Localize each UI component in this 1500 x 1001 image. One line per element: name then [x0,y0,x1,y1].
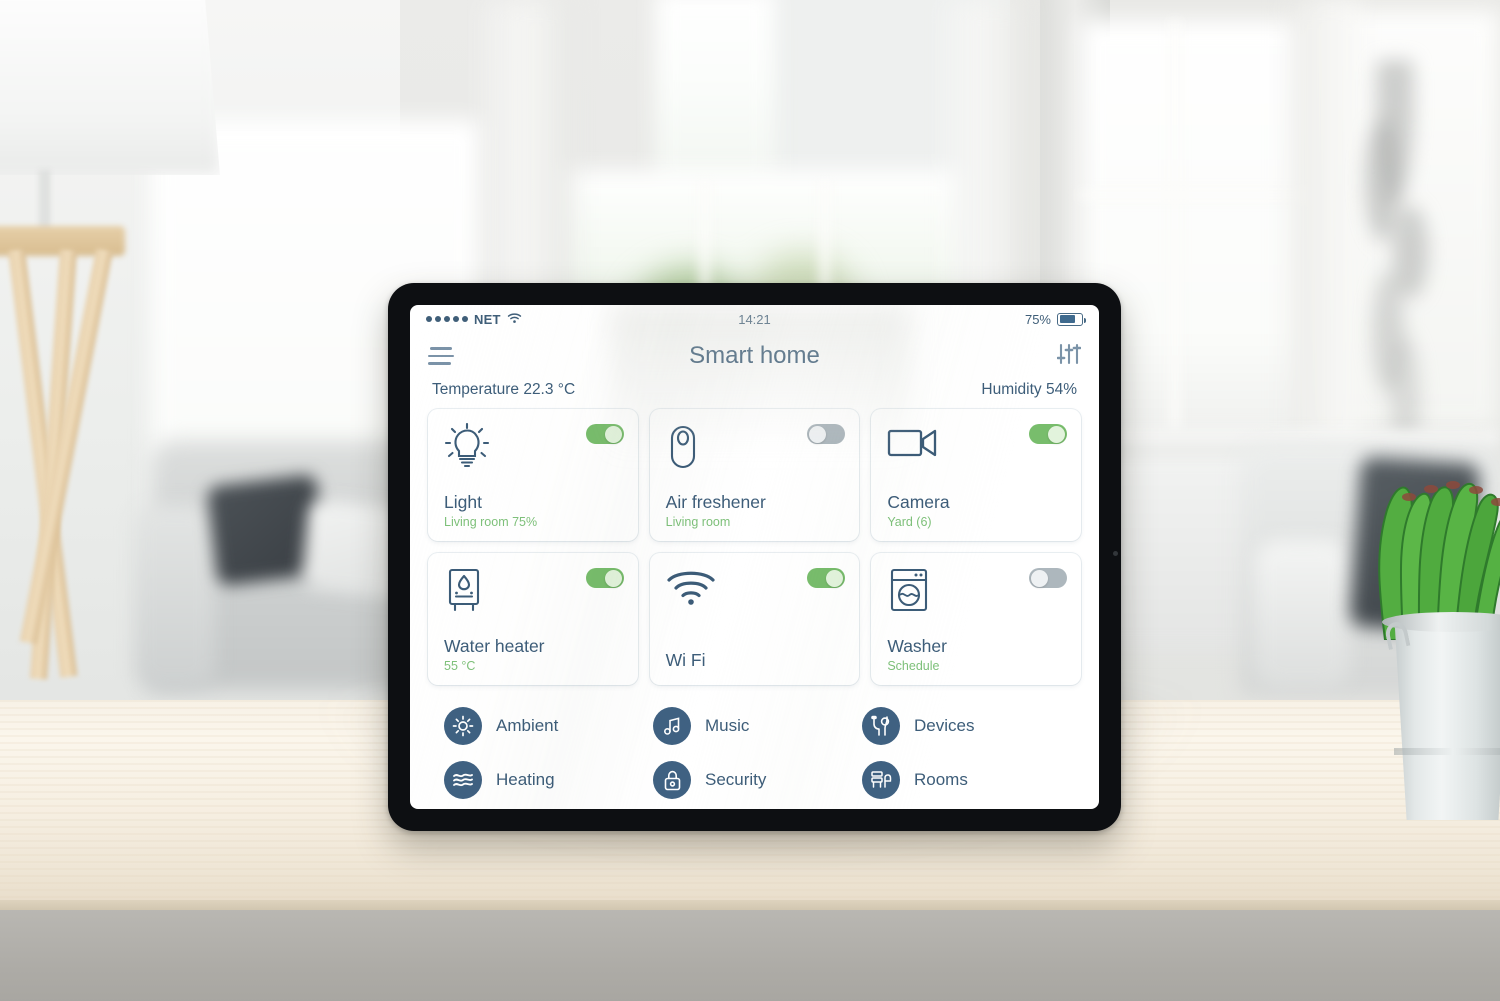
power-plug-icon [862,707,900,745]
menu-item-label: Music [705,716,750,735]
device-card-camera[interactable]: Camera Yard (6) [871,409,1081,541]
device-toggle-camera[interactable] [1029,424,1067,444]
device-subtitle: Living room 75% [444,515,538,529]
device-name: Water heater [444,635,545,656]
menu-item-heating[interactable]: Heating [444,761,647,799]
equalizer-sliders-icon[interactable] [1056,343,1082,370]
device-toggle-light[interactable] [585,424,624,444]
device-name: Air freshener [665,491,766,512]
device-subtitle: Living room [665,515,731,529]
menu-item-label: Ambient [496,716,559,735]
bucket-band [1394,748,1500,755]
device-card-light[interactable]: Light Living room 75% [428,409,638,541]
menu-item-devices[interactable]: Devices [862,707,1065,745]
menu-item-label: Heating [496,770,555,789]
device-card-wifi[interactable]: Wi Fi [649,553,860,685]
device-toggle-wifi[interactable] [807,568,846,588]
device-card-air-freshener[interactable]: Air freshener Living room [649,409,860,541]
tablet-screen[interactable]: NET 14:21 75% Smart home Temperature 22.… [410,305,1099,809]
device-toggle-air-freshener[interactable] [807,424,846,444]
status-bar: NET 14:21 75% [410,305,1099,333]
device-card-text: Washer Schedule [887,636,1065,673]
window-mullion-v3 [1170,20,1180,430]
environment-metrics: Temperature 22.3 °C Humidity 54% [410,379,1099,409]
sofa-icon [862,761,900,799]
battery-icon [1057,312,1086,326]
device-card-text: Air freshener Living room [666,492,844,529]
temperature-reading: Temperature 22.3 °C [432,381,576,398]
armchair-armrest [1255,540,1350,690]
waves-icon [444,761,482,799]
device-toggle-water-heater[interactable] [585,568,624,588]
lock-icon [653,761,691,799]
battery-percent-label: 75% [1024,311,1051,327]
device-name: Wi Fi [665,649,706,670]
device-card-grid: Light Living room 75% Air freshener Livi… [410,409,1099,685]
device-card-text: Camera Yard (6) [887,492,1065,529]
device-subtitle: Yard (6) [887,515,932,529]
photo-scene: NET 14:21 75% Smart home Temperature 22.… [0,0,1500,1001]
device-card-water-heater[interactable]: Water heater 55 °C [428,553,638,685]
tablet-device: NET 14:21 75% Smart home Temperature 22.… [388,283,1121,831]
shortcut-menu: Ambient Music Devices Heating Security R… [410,685,1099,799]
floor-lamp-shade [0,0,220,175]
sofa-armrest [135,505,215,690]
window-center-top [655,0,775,190]
menu-item-security[interactable]: Security [653,761,856,799]
menu-item-rooms[interactable]: Rooms [862,761,1065,799]
device-name: Washer [887,635,947,656]
device-toggle-washer[interactable] [1029,568,1067,588]
device-name: Light [444,491,482,512]
status-bar-right: 75% [1024,311,1086,327]
menu-item-label: Rooms [914,770,968,789]
menu-item-label: Security [705,770,767,789]
clock: 14:21 [738,311,771,327]
device-card-text: Water heater 55 °C [444,636,622,673]
device-card-text: Wi Fi [666,650,844,673]
device-card-washer[interactable]: Washer Schedule [871,553,1081,685]
window-mullion-h2 [1080,190,1310,200]
sun-icon [444,707,482,745]
device-card-text: Light Living room 75% [444,492,622,529]
device-subtitle: 55 °C [444,659,476,673]
menu-item-ambient[interactable]: Ambient [444,707,647,745]
device-name: Camera [887,491,950,512]
music-note-icon [653,707,691,745]
app-header: Smart home [410,333,1099,379]
floor [0,910,1500,1001]
page-title: Smart home [689,342,820,369]
device-subtitle: Schedule [887,659,940,673]
humidity-reading: Humidity 54% [981,381,1077,398]
menu-item-label: Devices [914,716,975,735]
menu-item-music[interactable]: Music [653,707,856,745]
